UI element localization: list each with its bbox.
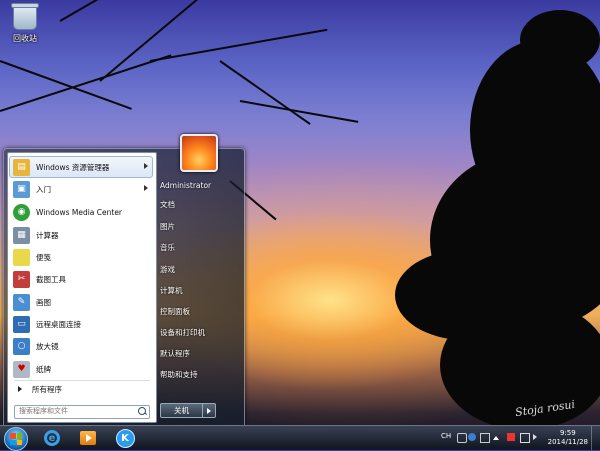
start-link-control-panel[interactable]: 控制面板 [160,304,190,318]
explorer-icon: ▤ [13,158,30,176]
start-item-explorer[interactable]: ▤ Windows 资源管理器 [9,156,153,178]
desktop-icon-recycle-bin[interactable]: 回收站 [8,3,42,44]
start-item-label: Windows Media Center [36,207,123,217]
shutdown-options-arrow-icon[interactable] [202,404,215,417]
start-item-label: 便笺 [36,252,51,262]
start-link-music[interactable]: 音乐 [160,240,175,254]
clock-date: 2014/11/28 [547,438,588,446]
paint-icon: ✎ [13,293,30,311]
snipping-tool-icon: ✂ [13,270,30,288]
clock-time: 9:59 [559,429,576,437]
start-item-label: Windows 资源管理器 [36,162,110,172]
volume-icon[interactable] [533,434,537,440]
taskbar-app-internet-explorer[interactable]: e [37,428,67,448]
media-center-icon: ◉ [13,203,30,221]
show-hidden-icons-icon[interactable] [493,436,499,440]
start-link-computer[interactable]: 计算机 [160,283,183,297]
start-item-label: 截图工具 [36,274,66,284]
start-item-label: 远程桌面连接 [36,319,81,329]
getting-started-icon: ▣ [13,180,30,198]
start-item-label: 计算器 [36,230,59,240]
shutdown-button[interactable]: 关机 [161,404,202,417]
start-item-media-center[interactable]: ◉ Windows Media Center [10,202,152,222]
network-icon[interactable] [520,433,530,443]
start-item-calculator[interactable]: ▦ 计算器 [10,225,152,245]
start-menu-programs-pane: ▤ Windows 资源管理器 ▣ 入门 ◉ Windows Media Cen… [7,152,157,423]
windows-logo-icon [10,433,22,445]
solitaire-icon: ♥ [13,360,30,378]
remote-desktop-icon: ▭ [13,315,30,333]
show-desktop-button[interactable] [591,426,600,450]
start-link-default-programs[interactable]: 默认程序 [160,346,190,360]
magnifier-icon: ○ [13,337,30,355]
media-player-icon [80,431,96,445]
ie-icon: e [44,430,60,446]
start-item-magnifier[interactable]: ○ 放大镜 [10,336,152,356]
start-menu: ▤ Windows 资源管理器 ▣ 入门 ◉ Windows Media Cen… [3,148,245,426]
settings-icon[interactable] [480,433,490,443]
start-item-snipping-tool[interactable]: ✂ 截图工具 [10,269,152,289]
shutdown-button-group: 关机 [160,403,216,418]
start-item-solitaire[interactable]: ♥ 纸牌 [10,359,152,379]
start-item-remote-desktop[interactable]: ▭ 远程桌面连接 [10,314,152,334]
taskbar-app-k[interactable]: K [110,428,140,448]
language-indicator[interactable]: CH [441,432,451,440]
all-programs-label: 所有程序 [32,384,62,394]
start-link-user[interactable]: Administrator [160,178,211,192]
start-item-label: 入门 [36,184,51,194]
start-link-help-support[interactable]: 帮助和支持 [160,367,198,381]
start-item-getting-started[interactable]: ▣ 入门 [10,179,152,199]
taskbar-app-media-player[interactable] [73,428,103,448]
start-item-label: 画图 [36,297,51,307]
start-item-sticky-notes[interactable]: 便笺 [10,247,152,267]
start-item-paint[interactable]: ✎ 画图 [10,292,152,312]
user-avatar[interactable] [180,134,218,172]
start-button[interactable] [4,427,28,451]
calculator-icon: ▦ [13,226,30,244]
start-search-box[interactable] [14,405,150,419]
recycle-bin-icon [11,3,39,30]
system-clock[interactable]: 9:59 2014/11/28 [548,429,588,447]
all-programs-button[interactable]: 所有程序 [12,382,152,396]
start-item-label: 放大镜 [36,341,59,351]
start-item-label: 纸牌 [36,364,51,374]
submenu-arrow-icon[interactable] [144,163,148,169]
start-link-games[interactable]: 游戏 [160,262,175,276]
help-icon[interactable] [468,433,476,441]
start-link-documents[interactable]: 文档 [160,197,175,211]
k-app-icon: K [115,428,135,448]
desktop-icon-label: 回收站 [13,34,37,43]
sticky-notes-icon [13,248,30,266]
submenu-arrow-icon[interactable] [144,185,148,191]
taskbar: e K CH 9:59 2014/11/28 [0,425,600,451]
start-link-devices-printers[interactable]: 设备和打印机 [160,325,205,339]
expand-arrow-icon [18,386,22,392]
start-menu-divider [14,380,150,381]
start-link-pictures[interactable]: 图片 [160,219,175,233]
security-flag-icon[interactable] [507,433,515,441]
start-search-input[interactable] [15,406,129,416]
ime-icon[interactable] [457,433,467,443]
search-icon[interactable] [138,407,146,415]
